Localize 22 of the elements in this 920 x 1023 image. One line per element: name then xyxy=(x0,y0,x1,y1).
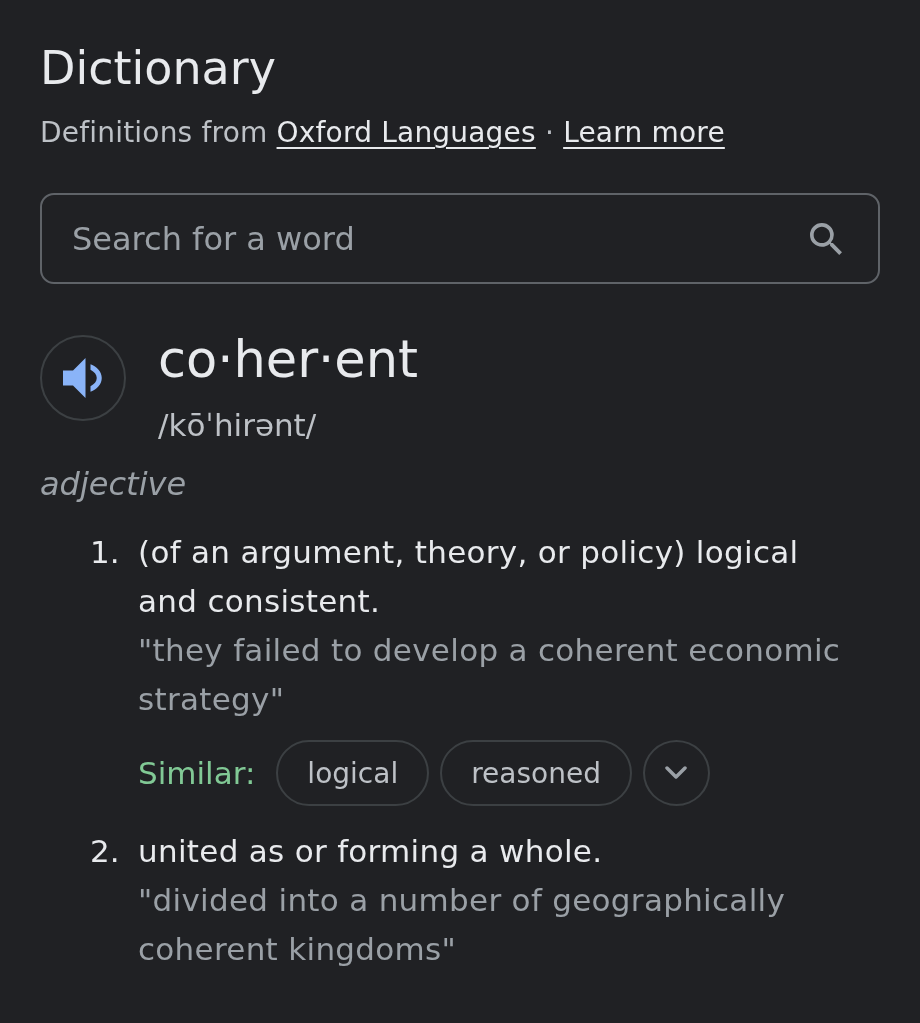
pronounce-button[interactable] xyxy=(40,335,126,421)
example-sentence: "divided into a number of geographically coherent kingdoms" xyxy=(138,881,787,969)
learn-more-link[interactable]: Learn more xyxy=(563,116,725,149)
search-icon[interactable] xyxy=(810,223,842,255)
synonym-chip[interactable]: logical xyxy=(276,740,430,806)
headword: co·her·ent xyxy=(158,330,419,390)
similar-label: Similar: xyxy=(138,755,256,791)
definition-number: 1. xyxy=(90,533,121,572)
expand-button[interactable] xyxy=(642,740,710,806)
pronunciation: /kōˈhirənt/ xyxy=(158,406,317,445)
speaker-icon xyxy=(63,358,103,398)
example-sentence: "they failed to develop a coherent economic strategy" xyxy=(138,631,842,719)
definition-text: (of an argument, theory, or policy) logical and consistent. xyxy=(138,533,800,621)
chevron-down-icon xyxy=(665,766,688,780)
source-link[interactable]: Oxford Languages xyxy=(276,116,536,149)
synonym-chip[interactable]: reasoned xyxy=(440,740,632,806)
dictionary-title: Dictionary xyxy=(40,40,276,96)
source-line: Definitions from Oxford Languages · Learn more xyxy=(40,115,725,151)
definition-text: united as or forming a whole. xyxy=(138,832,603,871)
search-field[interactable]: Search for a word xyxy=(40,193,880,284)
definition-number: 2. xyxy=(90,832,121,871)
part-of-speech: adjective xyxy=(40,464,187,505)
